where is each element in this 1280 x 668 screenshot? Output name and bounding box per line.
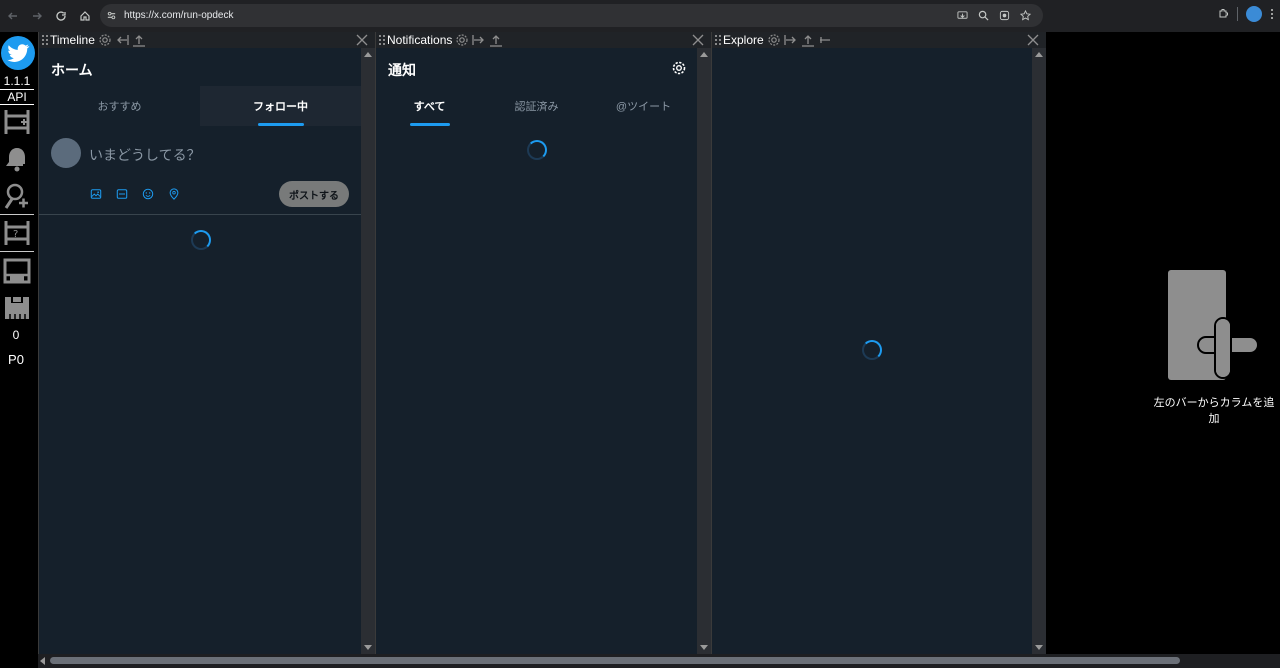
close-icon[interactable] [1026, 33, 1040, 47]
bookmark-star-icon[interactable] [1018, 8, 1033, 23]
tab-mentions[interactable]: @ツイート [590, 86, 697, 126]
svg-text:?: ? [13, 229, 18, 240]
move-left-icon[interactable] [115, 33, 129, 47]
move-right-icon[interactable] [472, 33, 486, 47]
loading-spinner [527, 140, 547, 160]
column-timeline: Timeline ホーム おすすめ フォロー中 いまどうしてる？ ポストする [38, 32, 375, 654]
column-explore: Explore [711, 32, 1046, 654]
column-notifications: Notifications 通知 すべて 認証済み @ツイート [375, 32, 711, 654]
post-counter: P0 [8, 352, 24, 367]
vertical-scrollbar[interactable] [697, 48, 711, 654]
location-icon[interactable] [167, 187, 181, 201]
menu-icon[interactable] [1270, 8, 1274, 20]
upload-icon[interactable] [489, 33, 503, 47]
site-settings-icon[interactable] [106, 9, 120, 23]
pin-icon[interactable] [818, 33, 832, 47]
tab-bar: おすすめ フォロー中 [39, 86, 361, 126]
column-header[interactable]: Notifications [376, 32, 711, 48]
gif-icon[interactable] [115, 187, 129, 201]
loading-spinner [191, 230, 211, 250]
close-icon[interactable] [691, 33, 705, 47]
add-column-hint: 左のバーからカラムを追加 [1153, 397, 1275, 425]
column-header-title: Timeline [50, 33, 95, 47]
upload-icon[interactable] [132, 33, 146, 47]
extensions-icon[interactable] [1217, 8, 1229, 20]
gear-icon[interactable] [98, 33, 112, 47]
close-icon[interactable] [355, 33, 369, 47]
grip-icon[interactable] [41, 34, 49, 46]
grip-icon[interactable] [378, 34, 386, 46]
forward-arrow-icon[interactable] [26, 5, 48, 27]
page-title: 通知 [388, 62, 416, 78]
emoji-icon[interactable] [141, 187, 155, 201]
active-tab-indicator [409, 123, 450, 126]
api-label[interactable]: API [0, 89, 34, 105]
add-column-area: 左のバーからカラムを追加 [1046, 32, 1280, 654]
timeline-add-icon[interactable] [3, 108, 31, 136]
compose-toolbar [89, 187, 181, 201]
column-header-title: Explore [723, 33, 764, 47]
left-sidebar: 1.1.1 API ? 0 P0 [0, 32, 38, 668]
column-body [712, 48, 1032, 654]
zoom-icon[interactable] [976, 8, 991, 23]
vertical-scrollbar[interactable] [361, 48, 375, 654]
tab-all[interactable]: すべて [376, 86, 483, 126]
home-icon[interactable] [74, 5, 96, 27]
loading-spinner [862, 340, 882, 360]
page-title: ホーム [51, 62, 93, 78]
gear-icon[interactable] [455, 33, 469, 47]
search-user-icon[interactable] [3, 182, 31, 210]
list-icon[interactable]: ? [3, 219, 31, 247]
gear-icon[interactable] [671, 60, 687, 76]
twitter-bird-icon[interactable] [1, 36, 35, 70]
column-header-title: Notifications [387, 33, 453, 47]
gear-icon[interactable] [767, 33, 781, 47]
install-icon[interactable] [955, 8, 970, 23]
unread-counter: 0 [12, 328, 20, 342]
bell-icon[interactable] [3, 145, 31, 173]
tab-bar: すべて 認証済み @ツイート [376, 86, 697, 126]
upload-icon[interactable] [801, 33, 815, 47]
move-right-icon[interactable] [784, 33, 798, 47]
post-button[interactable]: ポストする [279, 181, 349, 207]
column-body: 通知 すべて 認証済み @ツイート [376, 48, 697, 654]
avatar[interactable] [51, 138, 81, 168]
reload-icon[interactable] [50, 5, 72, 27]
tab-verified[interactable]: 認証済み [483, 86, 590, 126]
browser-toolbar: https://x.com/run-opdeck [0, 0, 1280, 32]
column-body: ホーム おすすめ フォロー中 いまどうしてる？ ポストする [39, 48, 361, 654]
image-icon[interactable] [89, 187, 103, 201]
tab-recommended[interactable]: おすすめ [39, 86, 200, 126]
load-icon[interactable] [3, 294, 31, 322]
address-bar[interactable]: https://x.com/run-opdeck [100, 4, 1043, 27]
screenshot-icon[interactable] [997, 8, 1012, 23]
version-label: 1.1.1 [3, 74, 31, 88]
column-header[interactable]: Explore [712, 32, 1046, 48]
sidebar-divider [0, 251, 34, 252]
tweet-composer: いまどうしてる？ ポストする [39, 126, 361, 215]
compose-input[interactable]: いまどうしてる？ [89, 145, 201, 165]
profile-icon[interactable] [1246, 6, 1262, 22]
tab-following[interactable]: フォロー中 [200, 86, 361, 126]
column-header[interactable]: Timeline [39, 32, 375, 48]
grip-icon[interactable] [714, 34, 722, 46]
vertical-scrollbar[interactable] [1032, 48, 1046, 654]
horizontal-scrollbar[interactable] [38, 654, 1280, 668]
sidebar-divider [0, 214, 34, 215]
save-icon[interactable] [3, 257, 31, 285]
url-text: https://x.com/run-opdeck [124, 10, 234, 21]
back-arrow-icon[interactable] [2, 5, 24, 27]
scrollbar-thumb[interactable] [50, 657, 1180, 664]
